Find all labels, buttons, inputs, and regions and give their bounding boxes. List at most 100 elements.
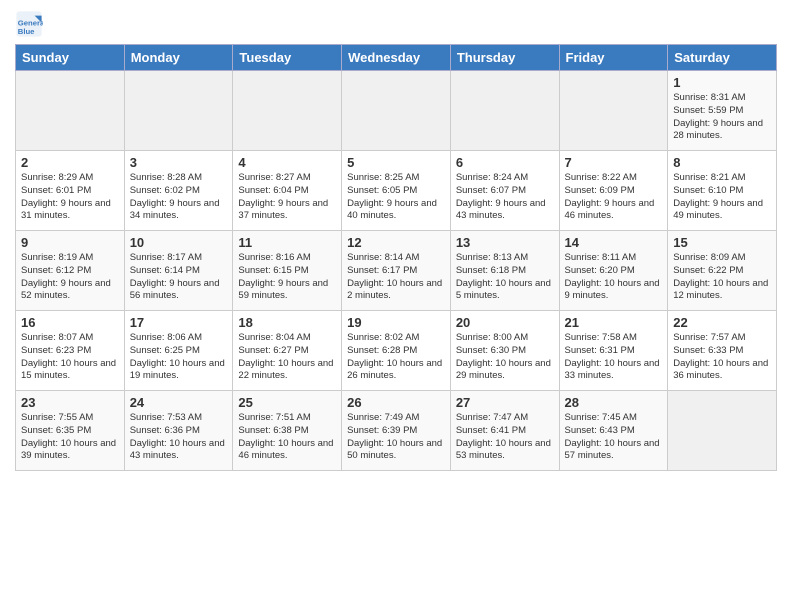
- calendar-cell: 19Sunrise: 8:02 AM Sunset: 6:28 PM Dayli…: [342, 311, 451, 391]
- calendar-cell: 27 Sunrise: 7:47 AM Sunset: 6:41 PM Dayli…: [450, 391, 559, 471]
- calendar-cell: [124, 71, 233, 151]
- day-info: Sunrise: 8:07 AM Sunset: 6:23 PM Dayligh…: [21, 332, 119, 383]
- day-info: Sunrise: 8:11 AM Sunset: 6:20 PM Dayligh…: [565, 252, 663, 303]
- weekday-header: Friday: [559, 45, 668, 71]
- day-number: 10: [130, 235, 228, 250]
- day-info: Sunrise: 8:04 AM Sunset: 6:27 PM Dayligh…: [238, 332, 336, 383]
- calendar-cell: 18 Sunrise: 8:04 AM Sunset: 6:27 PM Dayli…: [233, 311, 342, 391]
- day-number: 8: [673, 155, 771, 170]
- calendar-week-row: 23 Sunrise: 7:55 AM Sunset: 6:35 PM Dayli…: [16, 391, 777, 471]
- calendar-week-row: 2Sunrise: 8:29 AM Sunset: 6:01 PM Daylig…: [16, 151, 777, 231]
- day-info: Sunrise: 8:31 AM Sunset: 5:59 PM Dayligh…: [673, 92, 771, 143]
- header: General Blue: [15, 10, 777, 38]
- day-number: 14: [565, 235, 663, 250]
- day-number: 20: [456, 315, 554, 330]
- day-info: Sunrise: 8:29 AM Sunset: 6:01 PM Dayligh…: [21, 172, 119, 223]
- day-number: 22: [673, 315, 771, 330]
- day-info: Sunrise: 8:19 AM Sunset: 6:12 PM Dayligh…: [21, 252, 119, 303]
- calendar-week-row: 1 Sunrise: 8:31 AM Sunset: 5:59 PM Daylig…: [16, 71, 777, 151]
- day-info: Sunrise: 7:51 AM Sunset: 6:38 PM Dayligh…: [238, 412, 336, 463]
- calendar-cell: 25 Sunrise: 7:51 AM Sunset: 6:38 PM Dayli…: [233, 391, 342, 471]
- calendar-table: SundayMondayTuesdayWednesdayThursdayFrid…: [15, 44, 777, 471]
- day-info: Sunrise: 8:22 AM Sunset: 6:09 PM Dayligh…: [565, 172, 663, 223]
- day-info: Sunrise: 7:45 AM Sunset: 6:43 PM Dayligh…: [565, 412, 663, 463]
- calendar-header: SundayMondayTuesdayWednesdayThursdayFrid…: [16, 45, 777, 71]
- calendar-cell: 8 Sunrise: 8:21 AM Sunset: 6:10 PM Daylig…: [668, 151, 777, 231]
- calendar-cell: [559, 71, 668, 151]
- day-info: Sunrise: 8:02 AM Sunset: 6:28 PM Dayligh…: [347, 332, 445, 383]
- calendar-cell: 17Sunrise: 8:06 AM Sunset: 6:25 PM Dayli…: [124, 311, 233, 391]
- calendar-cell: 23 Sunrise: 7:55 AM Sunset: 6:35 PM Dayli…: [16, 391, 125, 471]
- weekday-header: Sunday: [16, 45, 125, 71]
- calendar-cell: [450, 71, 559, 151]
- day-number: 1: [673, 75, 771, 90]
- day-number: 9: [21, 235, 119, 250]
- calendar-cell: 3 Sunrise: 8:28 AM Sunset: 6:02 PM Daylig…: [124, 151, 233, 231]
- header-row: SundayMondayTuesdayWednesdayThursdayFrid…: [16, 45, 777, 71]
- day-number: 6: [456, 155, 554, 170]
- calendar-cell: 16 Sunrise: 8:07 AM Sunset: 6:23 PM Dayli…: [16, 311, 125, 391]
- day-info: Sunrise: 7:55 AM Sunset: 6:35 PM Dayligh…: [21, 412, 119, 463]
- day-info: Sunrise: 7:49 AM Sunset: 6:39 PM Dayligh…: [347, 412, 445, 463]
- day-number: 25: [238, 395, 336, 410]
- calendar-cell: 24 Sunrise: 7:53 AM Sunset: 6:36 PM Dayli…: [124, 391, 233, 471]
- calendar-cell: [668, 391, 777, 471]
- calendar-cell: 12 Sunrise: 8:14 AM Sunset: 6:17 PM Dayli…: [342, 231, 451, 311]
- svg-text:Blue: Blue: [18, 27, 35, 36]
- day-info: Sunrise: 8:25 AM Sunset: 6:05 PM Dayligh…: [347, 172, 445, 223]
- day-number: 27: [456, 395, 554, 410]
- day-info: Sunrise: 8:13 AM Sunset: 6:18 PM Dayligh…: [456, 252, 554, 303]
- calendar-cell: 13Sunrise: 8:13 AM Sunset: 6:18 PM Dayli…: [450, 231, 559, 311]
- calendar-cell: 22Sunrise: 7:57 AM Sunset: 6:33 PM Dayli…: [668, 311, 777, 391]
- calendar-cell: [342, 71, 451, 151]
- day-number: 3: [130, 155, 228, 170]
- weekday-header: Thursday: [450, 45, 559, 71]
- day-number: 15: [673, 235, 771, 250]
- calendar-cell: [233, 71, 342, 151]
- day-info: Sunrise: 8:24 AM Sunset: 6:07 PM Dayligh…: [456, 172, 554, 223]
- calendar-cell: 28 Sunrise: 7:45 AM Sunset: 6:43 PM Dayli…: [559, 391, 668, 471]
- calendar-cell: 4Sunrise: 8:27 AM Sunset: 6:04 PM Daylig…: [233, 151, 342, 231]
- calendar-cell: [16, 71, 125, 151]
- day-info: Sunrise: 8:27 AM Sunset: 6:04 PM Dayligh…: [238, 172, 336, 223]
- calendar-cell: 10 Sunrise: 8:17 AM Sunset: 6:14 PM Dayli…: [124, 231, 233, 311]
- weekday-header: Wednesday: [342, 45, 451, 71]
- day-number: 18: [238, 315, 336, 330]
- calendar-week-row: 16 Sunrise: 8:07 AM Sunset: 6:23 PM Dayli…: [16, 311, 777, 391]
- calendar-cell: 7 Sunrise: 8:22 AM Sunset: 6:09 PM Daylig…: [559, 151, 668, 231]
- day-info: Sunrise: 7:58 AM Sunset: 6:31 PM Dayligh…: [565, 332, 663, 383]
- calendar-cell: 14 Sunrise: 8:11 AM Sunset: 6:20 PM Dayli…: [559, 231, 668, 311]
- page-container: General Blue SundayMondayTuesdayWednesda…: [0, 0, 792, 481]
- calendar-cell: 26Sunrise: 7:49 AM Sunset: 6:39 PM Dayli…: [342, 391, 451, 471]
- day-info: Sunrise: 8:00 AM Sunset: 6:30 PM Dayligh…: [456, 332, 554, 383]
- weekday-header: Saturday: [668, 45, 777, 71]
- day-number: 21: [565, 315, 663, 330]
- day-number: 28: [565, 395, 663, 410]
- calendar-cell: 15 Sunrise: 8:09 AM Sunset: 6:22 PM Dayli…: [668, 231, 777, 311]
- calendar-cell: 5 Sunrise: 8:25 AM Sunset: 6:05 PM Daylig…: [342, 151, 451, 231]
- calendar-week-row: 9 Sunrise: 8:19 AM Sunset: 6:12 PM Daylig…: [16, 231, 777, 311]
- logo: General Blue: [15, 10, 47, 38]
- day-info: Sunrise: 8:28 AM Sunset: 6:02 PM Dayligh…: [130, 172, 228, 223]
- weekday-header: Tuesday: [233, 45, 342, 71]
- day-info: Sunrise: 7:47 AM Sunset: 6:41 PM Dayligh…: [456, 412, 554, 463]
- day-number: 5: [347, 155, 445, 170]
- day-info: Sunrise: 8:09 AM Sunset: 6:22 PM Dayligh…: [673, 252, 771, 303]
- day-number: 7: [565, 155, 663, 170]
- day-number: 16: [21, 315, 119, 330]
- day-info: Sunrise: 8:21 AM Sunset: 6:10 PM Dayligh…: [673, 172, 771, 223]
- day-info: Sunrise: 8:06 AM Sunset: 6:25 PM Dayligh…: [130, 332, 228, 383]
- calendar-cell: 1 Sunrise: 8:31 AM Sunset: 5:59 PM Daylig…: [668, 71, 777, 151]
- weekday-header: Monday: [124, 45, 233, 71]
- calendar-cell: 2Sunrise: 8:29 AM Sunset: 6:01 PM Daylig…: [16, 151, 125, 231]
- day-number: 23: [21, 395, 119, 410]
- logo-icon: General Blue: [15, 10, 43, 38]
- calendar-cell: 11Sunrise: 8:16 AM Sunset: 6:15 PM Dayli…: [233, 231, 342, 311]
- day-info: Sunrise: 8:14 AM Sunset: 6:17 PM Dayligh…: [347, 252, 445, 303]
- day-info: Sunrise: 8:16 AM Sunset: 6:15 PM Dayligh…: [238, 252, 336, 303]
- day-number: 12: [347, 235, 445, 250]
- day-info: Sunrise: 7:53 AM Sunset: 6:36 PM Dayligh…: [130, 412, 228, 463]
- day-number: 24: [130, 395, 228, 410]
- calendar-body: 1 Sunrise: 8:31 AM Sunset: 5:59 PM Daylig…: [16, 71, 777, 471]
- day-info: Sunrise: 8:17 AM Sunset: 6:14 PM Dayligh…: [130, 252, 228, 303]
